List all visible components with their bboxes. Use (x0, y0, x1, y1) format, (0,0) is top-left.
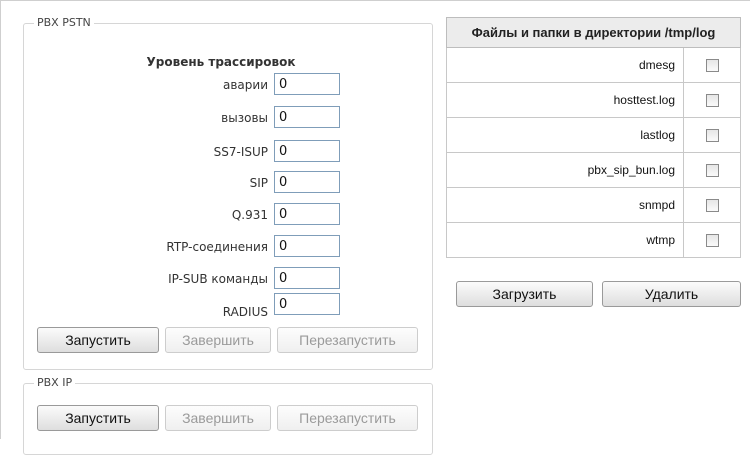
file-name: lastlog (446, 117, 684, 153)
trace-label-radius: RADIUS (222, 305, 268, 319)
file-checkbox-dmesg[interactable] (705, 59, 719, 73)
ip-restart-button[interactable]: Перезапустить (277, 405, 418, 431)
trace-input-rtp[interactable] (274, 235, 340, 257)
file-name: wtmp (446, 222, 684, 258)
page-frame: PBX PSTN Уровень трассировок аварии вызо… (0, 0, 750, 455)
trace-input-ip-sub[interactable] (274, 267, 340, 289)
trace-label-ip-sub: IP-SUB команды (168, 272, 268, 286)
trace-input-alarms[interactable] (274, 73, 340, 95)
trace-level-title: Уровень трассировок (146, 55, 296, 69)
pstn-start-button[interactable]: Запустить (37, 327, 159, 353)
table-row: dmesg (446, 47, 741, 83)
pstn-restart-button[interactable]: Перезапустить (277, 327, 418, 353)
table-row: pbx_sip_bun.log (446, 152, 741, 188)
trace-label-sip: SIP (249, 176, 268, 190)
ip-start-button[interactable]: Запустить (37, 405, 159, 431)
trace-label-alarms: аварии (223, 78, 268, 92)
file-name: hosttest.log (446, 82, 684, 118)
trace-input-calls[interactable] (274, 106, 340, 128)
table-row: snmpd (446, 187, 741, 223)
trace-input-ss7-isup[interactable] (274, 140, 340, 162)
table-row: hosttest.log (446, 82, 741, 118)
trace-label-ss7-isup: SS7-ISUP (213, 145, 268, 159)
file-checkbox-wtmp[interactable] (705, 234, 719, 248)
pbx-pstn-legend: PBX PSTN (34, 16, 94, 29)
file-name: snmpd (446, 187, 684, 223)
file-checkbox-pbx-sip-bun[interactable] (705, 164, 719, 178)
file-name: pbx_sip_bun.log (446, 152, 684, 188)
table-row: wtmp (446, 222, 741, 258)
file-checkbox-hosttest[interactable] (705, 94, 719, 108)
log-files-table: Файлы и папки в директории /tmp/log dmes… (446, 17, 741, 258)
trace-input-q931[interactable] (274, 203, 340, 225)
file-name: dmesg (446, 47, 684, 83)
pstn-stop-button[interactable]: Завершить (165, 327, 271, 353)
download-button[interactable]: Загрузить (456, 281, 593, 307)
ip-stop-button[interactable]: Завершить (165, 405, 271, 431)
trace-input-sip[interactable] (274, 171, 340, 193)
file-checkbox-lastlog[interactable] (705, 129, 719, 143)
log-files-header: Файлы и папки в директории /tmp/log (446, 17, 741, 48)
trace-label-rtp: RTP-соединения (166, 240, 268, 254)
delete-button[interactable]: Удалить (602, 281, 741, 307)
trace-label-calls: вызовы (221, 111, 268, 125)
pbx-ip-legend: PBX IP (34, 376, 76, 389)
trace-label-q931: Q.931 (231, 208, 268, 222)
table-row: lastlog (446, 117, 741, 153)
trace-input-radius[interactable] (274, 293, 340, 315)
file-checkbox-snmpd[interactable] (705, 199, 719, 213)
